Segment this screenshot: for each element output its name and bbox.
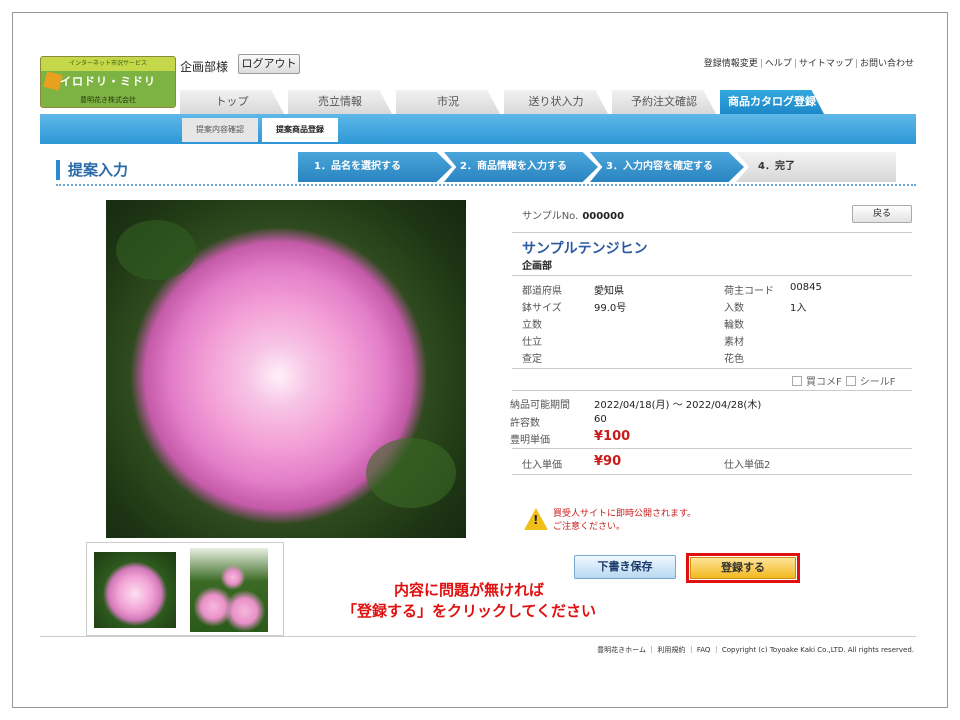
field-label: 仕立 [522, 337, 542, 348]
logo-name: イロドリ・ミドリ [60, 75, 156, 88]
footer-divider [40, 636, 916, 637]
checkbox-seal-label: シールF [859, 377, 896, 388]
divider [512, 448, 912, 449]
field-label: 入数 [724, 303, 744, 314]
sub-tabs: 提案内容確認 提案商品登録 [182, 118, 338, 142]
tab-top[interactable]: トップ [180, 90, 284, 114]
field-label: 都道府県 [522, 286, 562, 297]
tab-reservation[interactable]: 予約注文確認 [612, 90, 716, 114]
logo-tagline: インターネット市況サービス [41, 57, 175, 71]
subnav-bar [40, 114, 916, 144]
field-label: 立数 [522, 320, 542, 331]
checkbox-comment[interactable] [792, 375, 802, 386]
copyright: Copyright (c) Toyoake Kaki Co.,LTD. All … [721, 646, 914, 654]
divider [512, 368, 912, 369]
checkbox-seal[interactable] [845, 375, 856, 386]
tab-catalog[interactable]: 商品カタログ登録 [720, 90, 824, 114]
product-name: サンプルテンジヒン [522, 241, 648, 257]
product-dept: 企画部 [522, 261, 552, 272]
field-label: 輪数 [724, 320, 744, 331]
logo-company: 豊明花き株式会社 [80, 96, 136, 104]
field-label: 素材 [724, 337, 744, 348]
field-value: 00845 [790, 282, 822, 293]
sample-label: サンプルNo. [522, 211, 579, 222]
step-2: 2．商品情報を入力する [444, 152, 598, 182]
register-button[interactable]: 登録する [690, 557, 796, 579]
instruction-note: 内容に問題が無ければ 「登録する」をクリックしてください [296, 580, 642, 622]
leaf-shape [116, 220, 196, 280]
leaf-shape [366, 438, 456, 508]
purchase-price-label: 仕入単価 [522, 460, 562, 471]
thumbnail-2[interactable] [190, 548, 268, 632]
warning-line-1: 買受人サイトに即時公開されます。 [553, 509, 697, 519]
field-value: 愛知県 [594, 286, 624, 297]
note-line-2: 「登録する」をクリックしてください [341, 602, 597, 620]
allow-label: 許容数 [510, 418, 540, 429]
link-contact[interactable]: お問い合わせ [860, 59, 914, 69]
note-line-1: 内容に問題が無ければ [393, 581, 544, 599]
purchase-price2-label: 仕入単価2 [724, 460, 771, 471]
step-3: 3．入力内容を確定する [590, 152, 744, 182]
subtab-confirm[interactable]: 提案内容確認 [182, 118, 258, 142]
field-label: 荷主コード [724, 286, 774, 297]
period-value: 2022/04/18(月) ～ 2022/04/28(木) [594, 400, 762, 411]
toyoake-price: ¥100 [594, 429, 631, 444]
page-title: 提案入力 [56, 160, 128, 180]
step-1: 1．品名を選択する [298, 152, 452, 182]
logout-button[interactable]: ログアウト [238, 54, 300, 74]
back-button[interactable]: 戻る [852, 205, 912, 223]
allow-value: 60 [594, 414, 607, 425]
top-links: 登録情報変更 | ヘルプ | サイトマップ | お問い合わせ [703, 59, 914, 69]
toyoake-price-label: 豊明単価 [510, 435, 550, 446]
field-label: 查定 [522, 354, 542, 365]
sample-value: 000000 [582, 211, 625, 222]
field-label: 花色 [724, 354, 744, 365]
subtab-register[interactable]: 提案商品登録 [262, 118, 338, 142]
warning-text: 買受人サイトに即時公開されます。 ご注意ください。 [553, 508, 696, 534]
step-4: 4．完了 [736, 152, 896, 182]
save-draft-button[interactable]: 下書き保存 [574, 555, 676, 579]
purchase-price: ¥90 [594, 454, 622, 469]
tab-sales[interactable]: 売立情報 [288, 90, 392, 114]
warning-line-2: ご注意ください。 [553, 522, 626, 532]
field-value: 99.0号 [594, 303, 627, 314]
field-label: 鉢サイズ [522, 303, 562, 314]
link-account[interactable]: 登録情報変更 [704, 59, 758, 69]
period-label: 納品可能期間 [510, 400, 570, 411]
footer-links[interactable]: 豊明花きホーム ｜ 利用規約 ｜ FAQ ｜ [597, 646, 719, 654]
field-value: 1入 [790, 303, 807, 314]
exclamation-icon: ! [533, 513, 539, 527]
divider [512, 275, 912, 276]
product-photo [106, 200, 466, 538]
divider [512, 390, 912, 391]
tab-invoice[interactable]: 送り状入力 [504, 90, 608, 114]
footer: 豊明花きホーム ｜ 利用規約 ｜ FAQ ｜ Copyright (c) Toy… [597, 645, 914, 655]
divider [512, 474, 912, 475]
link-help[interactable]: ヘルプ [765, 59, 792, 69]
site-logo[interactable]: インターネット市況サービス イロドリ・ミドリ 豊明花き株式会社 [40, 56, 176, 108]
checkbox-comment-label: 買コメF [806, 377, 842, 388]
divider [512, 232, 912, 233]
progress-steps: 1．品名を選択する 2．商品情報を入力する 3．入力内容を確定する 4．完了 [298, 152, 896, 182]
title-divider [56, 184, 916, 186]
user-name: 企画部様 [180, 60, 229, 74]
tab-market[interactable]: 市況 [396, 90, 500, 114]
flag-checkboxes: 買コメF シールF [792, 373, 896, 388]
thumbnail-1[interactable] [94, 552, 176, 628]
link-sitemap[interactable]: サイトマップ [799, 59, 853, 69]
main-tabs: トップ 売立情報 市況 送り状入力 予約注文確認 商品カタログ登録 [180, 90, 824, 114]
sample-number: サンプルNo. 000000 [522, 207, 624, 222]
